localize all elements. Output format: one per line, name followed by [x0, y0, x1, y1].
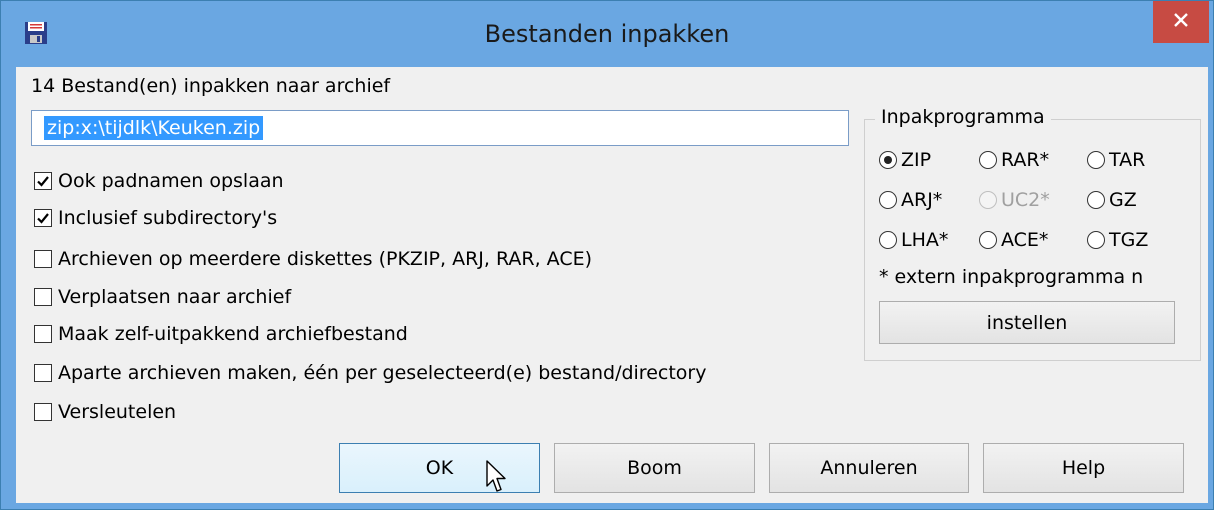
checkbox[interactable] — [34, 250, 52, 268]
archive-label: 14 Bestand(en) inpakken naar archief — [31, 75, 391, 97]
mouse-pointer-icon — [486, 460, 508, 498]
radio-label: ARJ* — [901, 189, 943, 211]
radio-button[interactable] — [979, 231, 997, 249]
external-packer-note-text: * extern inpakprogramma n — [879, 266, 1144, 288]
option-label: Ook padnamen opslaan — [58, 170, 284, 192]
checkbox[interactable] — [34, 364, 52, 382]
option-self-extracting[interactable]: Maak zelf-uitpakkend archiefbestand — [34, 322, 408, 346]
radio-button[interactable] — [879, 151, 897, 169]
radio-rar[interactable]: RAR* — [979, 148, 1049, 172]
option-encrypt[interactable]: Versleutelen — [34, 400, 176, 424]
radio-uc2: UC2* — [979, 188, 1050, 212]
radio-zip[interactable]: ZIP — [879, 148, 931, 172]
radio-label: LHA* — [901, 229, 949, 251]
option-label: Versleutelen — [58, 401, 177, 423]
radio-tgz[interactable]: TGZ — [1087, 228, 1148, 252]
radio-label: TGZ — [1109, 229, 1149, 251]
checkbox[interactable] — [34, 172, 52, 190]
dialog-window: Bestanden inpakken 14 Bestand(en) inpakk… — [0, 0, 1214, 510]
cancel-button[interactable]: Annuleren — [769, 443, 969, 493]
option-label: Archieven op meerdere diskettes (PKZIP, … — [58, 248, 593, 270]
external-packer-note: * extern inpakprogramma n — [879, 266, 1189, 294]
checkbox[interactable] — [34, 209, 52, 227]
settings-button[interactable]: instellen — [879, 301, 1175, 344]
packer-group-title: Inpakprogramma — [875, 106, 1051, 128]
radio-button[interactable] — [1087, 151, 1105, 169]
checkbox[interactable] — [34, 288, 52, 306]
option-move-to-archive[interactable]: Verplaatsen naar archief — [34, 285, 291, 309]
radio-label: UC2* — [1001, 189, 1050, 211]
close-icon — [1173, 12, 1189, 32]
archive-path-value: zip:x:\tijdlk\Keuken.zip — [44, 116, 264, 140]
ok-button[interactable]: OK — [339, 443, 540, 493]
radio-gz[interactable]: GZ — [1087, 188, 1137, 212]
archive-path-input[interactable]: zip:x:\tijdlk\Keuken.zip — [31, 110, 849, 146]
help-button[interactable]: Help — [983, 443, 1184, 493]
close-button[interactable] — [1153, 1, 1209, 43]
tree-button[interactable]: Boom — [554, 443, 755, 493]
radio-tar[interactable]: TAR — [1087, 148, 1145, 172]
radio-lha[interactable]: LHA* — [879, 228, 948, 252]
radio-label: ZIP — [901, 149, 932, 171]
option-save-paths[interactable]: Ook padnamen opslaan — [34, 169, 284, 193]
option-multi-disk[interactable]: Archieven op meerdere diskettes (PKZIP, … — [34, 247, 592, 271]
radio-label: RAR* — [1001, 149, 1050, 171]
option-separate-archives[interactable]: Aparte archieven maken, één per geselect… — [34, 361, 706, 385]
packer-group: Inpakprogramma ZIP RAR* TAR ARJ* UC2* GZ… — [864, 106, 1201, 361]
option-label: Verplaatsen naar archief — [58, 286, 292, 308]
radio-button[interactable] — [979, 151, 997, 169]
checkbox[interactable] — [34, 325, 52, 343]
radio-button[interactable] — [1087, 231, 1105, 249]
radio-label: ACE* — [1001, 229, 1049, 251]
radio-button[interactable] — [1087, 191, 1105, 209]
radio-button[interactable] — [879, 191, 897, 209]
option-label: Maak zelf-uitpakkend archiefbestand — [58, 323, 408, 345]
radio-label: TAR — [1109, 149, 1146, 171]
window-title: Bestanden inpakken — [484, 20, 730, 48]
checkbox[interactable] — [34, 403, 52, 421]
title-bar[interactable]: Bestanden inpakken — [1, 1, 1213, 67]
radio-label: GZ — [1109, 189, 1137, 211]
radio-button — [979, 191, 997, 209]
option-label: Inclusief subdirectory's — [58, 207, 278, 229]
dialog-body: 14 Bestand(en) inpakken naar archief zip… — [16, 67, 1208, 503]
radio-button[interactable] — [879, 231, 897, 249]
option-label: Aparte archieven maken, één per geselect… — [58, 362, 707, 384]
option-include-subdirs[interactable]: Inclusief subdirectory's — [34, 206, 277, 230]
radio-ace[interactable]: ACE* — [979, 228, 1048, 252]
radio-arj[interactable]: ARJ* — [879, 188, 942, 212]
